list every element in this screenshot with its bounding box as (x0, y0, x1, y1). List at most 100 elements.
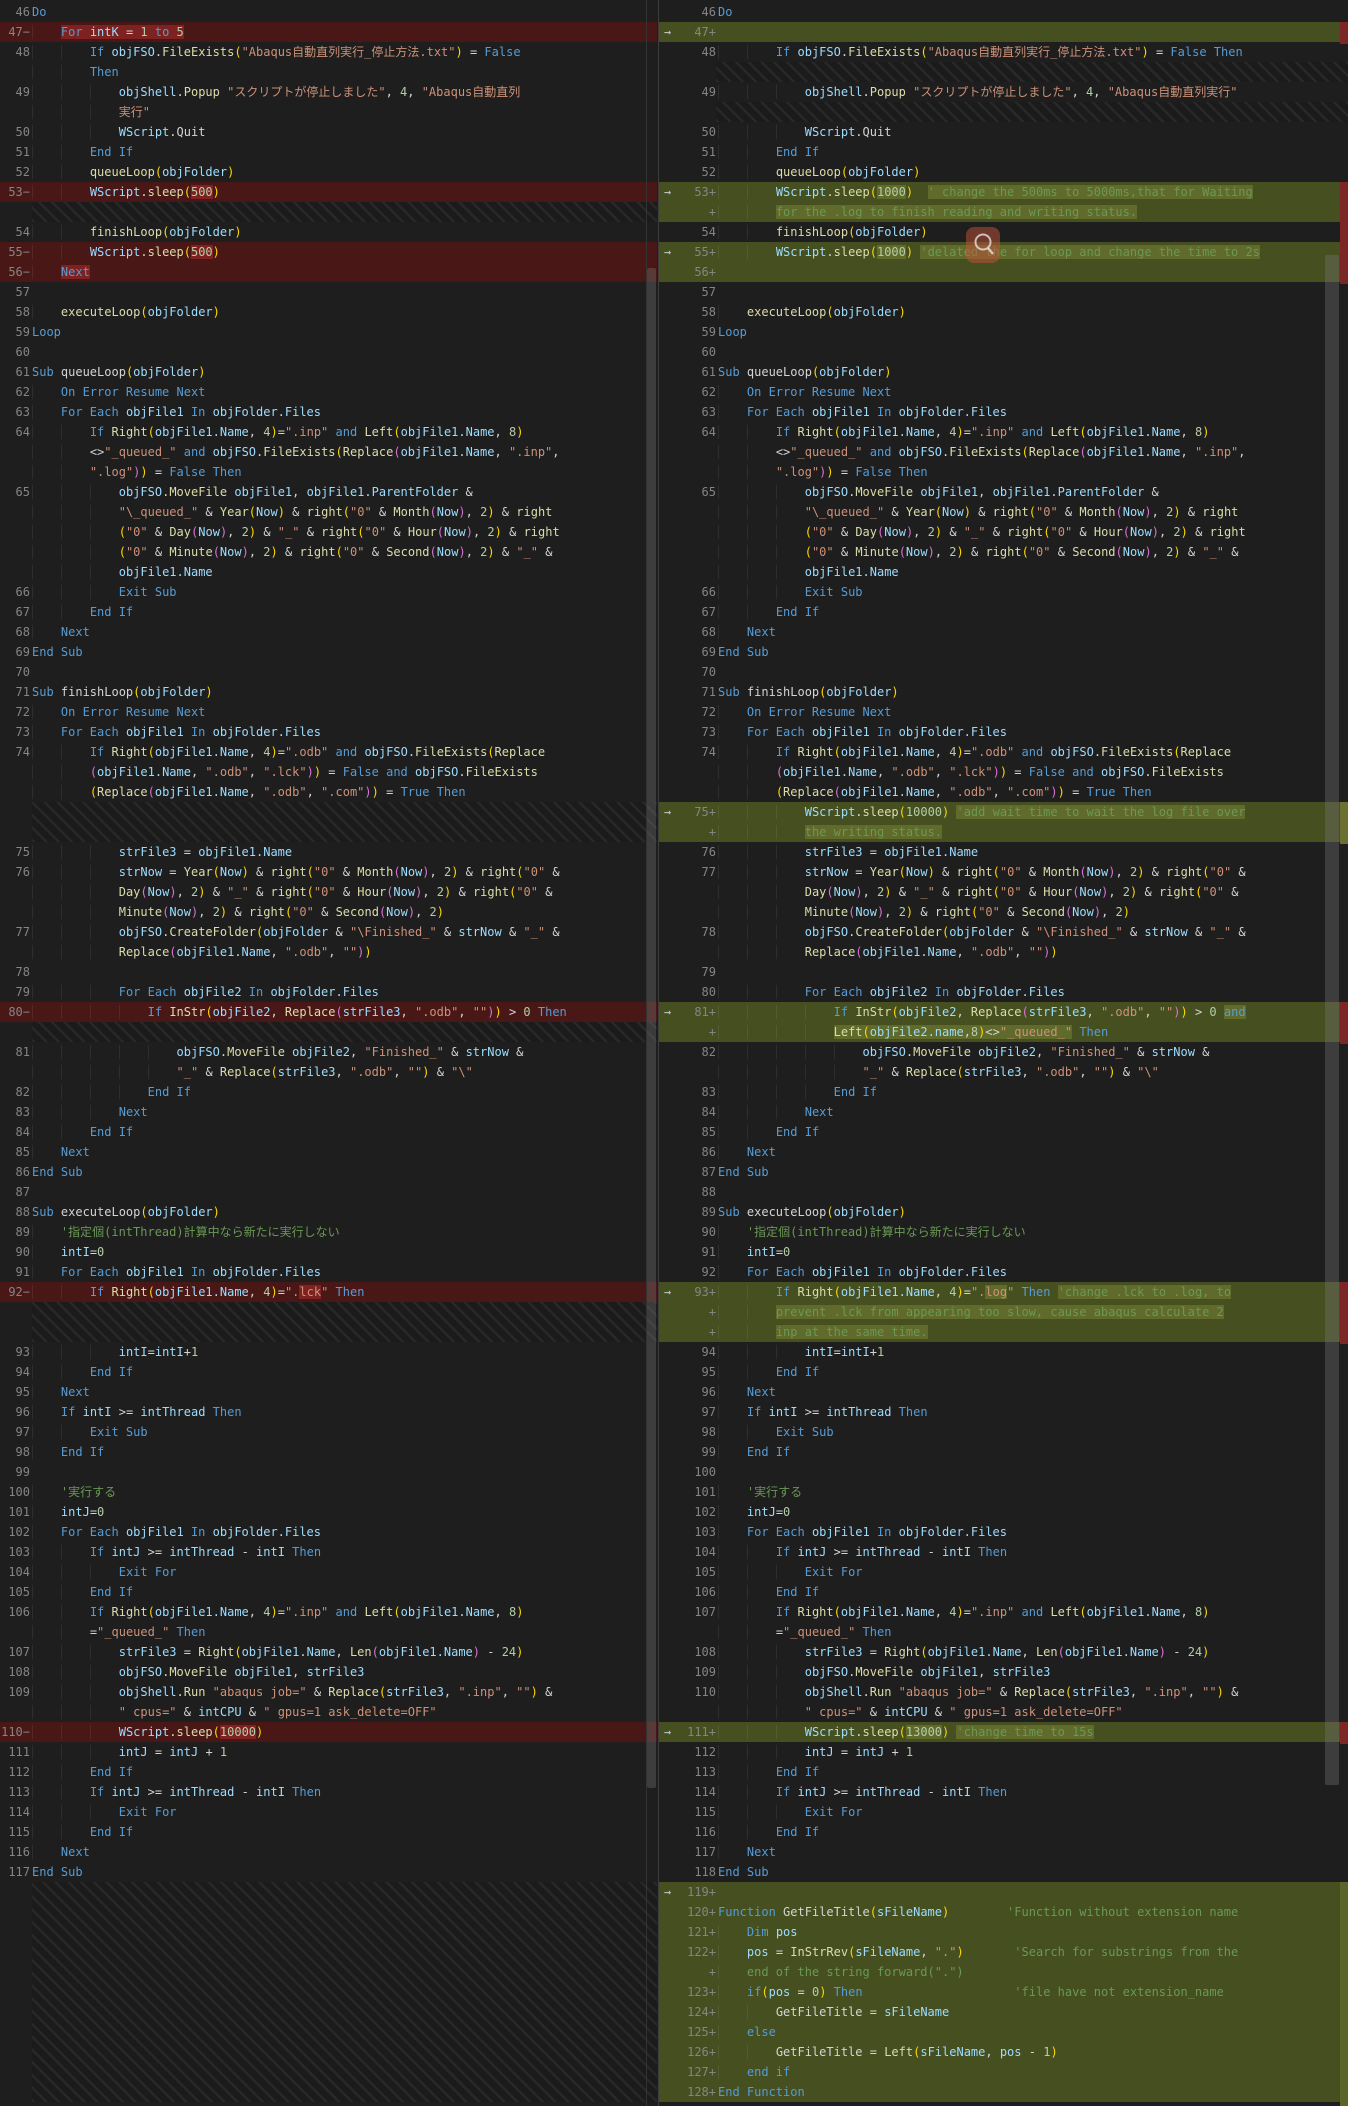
code-line[interactable]: 62 On Error Resume Next (0, 382, 657, 402)
code-text[interactable]: For Each objFile1 In objFolder.Files (32, 1522, 657, 1542)
code-line[interactable]: 91 intI=0 (659, 1242, 1348, 1262)
code-line[interactable]: 71 Sub finishLoop(objFolder) (659, 682, 1348, 702)
added-line[interactable]: + prevent .lck from appearing too slow, … (659, 1302, 1348, 1322)
code-text[interactable]: queueLoop(objFolder) (718, 162, 1348, 182)
added-line[interactable]: 127+ end if (659, 2062, 1348, 2082)
code-line[interactable]: 67 End If (0, 602, 657, 622)
code-text[interactable]: objFSO.CreateFolder(objFolder & "\Finish… (32, 922, 657, 942)
code-line[interactable]: 51 End If (0, 142, 657, 162)
code-line[interactable]: 90 intI=0 (0, 1242, 657, 1262)
code-line[interactable]: 86 Next (659, 1142, 1348, 1162)
code-line[interactable]: 84 Next (659, 1102, 1348, 1122)
code-line[interactable]: 94 End If (0, 1362, 657, 1382)
code-line[interactable]: 105 Exit For (659, 1562, 1348, 1582)
code-text[interactable]: objFSO.MoveFile objFile1, strFile3 (718, 1662, 1348, 1682)
code-text[interactable]: intI=intI+1 (718, 1342, 1348, 1362)
code-text[interactable]: Sub executeLoop(objFolder) (32, 1202, 657, 1222)
code-text[interactable]: "\_queued_" & Year(Now) & right("0" & Mo… (32, 502, 657, 522)
added-line[interactable]: → 55+ WScript.sleep(1000) 'delated the fo… (659, 242, 1348, 262)
code-text[interactable] (718, 262, 1348, 282)
code-line[interactable]: 104 Exit For (0, 1562, 657, 1582)
code-text[interactable]: objFile1.Name (32, 562, 657, 582)
code-text[interactable]: inp at the same time. (718, 1322, 1348, 1342)
code-line[interactable]: 52 queueLoop(objFolder) (0, 162, 657, 182)
code-line[interactable]: 51 End If (659, 142, 1348, 162)
code-line[interactable]: objFile1.Name (659, 562, 1348, 582)
code-line[interactable]: 50 WScript.Quit (659, 122, 1348, 142)
code-text[interactable]: If Right(objFile1.Name, 4)=".inp" and Le… (718, 422, 1348, 442)
code-text[interactable]: Replace(objFile1.Name, ".odb", "")) (32, 942, 657, 962)
code-text[interactable]: Sub executeLoop(objFolder) (718, 1202, 1348, 1222)
code-text[interactable]: " cpus=" & intCPU & " gpus=1 ask_delete=… (32, 1702, 657, 1722)
code-text[interactable]: End Sub (718, 1162, 1348, 1182)
code-text[interactable]: Next (718, 1102, 1348, 1122)
code-text[interactable]: objFSO.MoveFile objFile1, objFile1.Paren… (32, 482, 657, 502)
code-text[interactable]: For Each objFile1 In objFolder.Files (32, 722, 657, 742)
code-text[interactable]: Exit For (32, 1802, 657, 1822)
code-text[interactable]: finishLoop(objFolder) (718, 222, 1348, 242)
code-text[interactable]: ("0" & Day(Now), 2) & "_" & right("0" & … (718, 522, 1348, 542)
code-line[interactable]: 115 End If (0, 1822, 657, 1842)
code-line[interactable]: 79 (659, 962, 1348, 982)
code-line[interactable]: 58 executeLoop(objFolder) (0, 302, 657, 322)
code-text[interactable]: On Error Resume Next (718, 702, 1348, 722)
code-line[interactable]: 54 finishLoop(objFolder) (659, 222, 1348, 242)
code-text[interactable]: Loop (718, 322, 1348, 342)
code-text[interactable]: strFile3 = Right(objFile1.Name, Len(objF… (32, 1642, 657, 1662)
code-line[interactable]: 89 Sub executeLoop(objFolder) (659, 1202, 1348, 1222)
code-text[interactable]: Exit Sub (718, 582, 1348, 602)
code-text[interactable]: If Right(objFile1.Name, 4)=".inp" and Le… (718, 1602, 1348, 1622)
added-line[interactable]: 121+ Dim pos (659, 1922, 1348, 1942)
code-line[interactable]: 76 strNow = Year(Now) & right("0" & Mont… (0, 862, 657, 882)
modified-editor-pane[interactable]: 46 Do → 47+ 48 If objFSO.FileExists("Abaqus自… (658, 0, 1348, 2106)
code-text[interactable]: ".log")) = False Then (32, 462, 657, 482)
code-line[interactable]: 97 Exit Sub (0, 1422, 657, 1442)
code-line[interactable]: 88 (659, 1182, 1348, 1202)
code-line[interactable]: 89 '指定個(intThread)計算中なら新たに実行しない (0, 1222, 657, 1242)
code-line[interactable]: 108 objFSO.MoveFile objFile1, strFile3 (0, 1662, 657, 1682)
code-line[interactable]: 78 objFSO.CreateFolder(objFolder & "\Fin… (659, 922, 1348, 942)
code-text[interactable]: executeLoop(objFolder) (718, 302, 1348, 322)
code-line[interactable]: 105 End If (0, 1582, 657, 1602)
diff-change-arrow-icon[interactable]: → (659, 1282, 676, 1302)
code-line[interactable]: 68 Next (0, 622, 657, 642)
code-text[interactable]: If InStr(objFile2, Replace(strFile3, ".o… (32, 1002, 657, 1022)
code-text[interactable]: End If (718, 142, 1348, 162)
code-text[interactable]: WScript.sleep(10000) (32, 1722, 657, 1742)
code-text[interactable]: If Right(objFile1.Name, 4)=".inp" and Le… (32, 422, 657, 442)
code-text[interactable]: Next (718, 1842, 1348, 1862)
code-line[interactable]: 118 End Sub (659, 1862, 1348, 1882)
code-text[interactable]: If Right(objFile1.Name, 4)=".log" Then '… (718, 1282, 1348, 1302)
diff-change-arrow-icon[interactable]: → (659, 1722, 676, 1742)
code-line[interactable]: Then (0, 62, 657, 82)
code-line[interactable]: 48 If objFSO.FileExists("Abaqus自動直列実行_停止… (659, 42, 1348, 62)
code-line[interactable]: 106 If Right(objFile1.Name, 4)=".inp" an… (0, 1602, 657, 1622)
added-line[interactable]: + for the .log to finish reading and wri… (659, 202, 1348, 222)
code-text[interactable]: executeLoop(objFolder) (32, 302, 657, 322)
code-line[interactable]: 64 If Right(objFile1.Name, 4)=".inp" and… (0, 422, 657, 442)
code-line[interactable]: 59 Loop (0, 322, 657, 342)
code-text[interactable]: ".log")) = False Then (718, 462, 1348, 482)
code-text[interactable]: " cpus=" & intCPU & " gpus=1 ask_delete=… (718, 1702, 1348, 1722)
code-line[interactable]: (Replace(objFile1.Name, ".odb", ".com"))… (0, 782, 657, 802)
code-text[interactable]: ="_queued_" Then (32, 1622, 657, 1642)
code-line[interactable]: Day(Now), 2) & "_" & right("0" & Hour(No… (0, 882, 657, 902)
code-line[interactable]: 80 For Each objFile2 In objFolder.Files (659, 982, 1348, 1002)
code-line[interactable]: 69 End Sub (659, 642, 1348, 662)
code-text[interactable]: "\_queued_" & Year(Now) & right("0" & Mo… (718, 502, 1348, 522)
code-line[interactable]: 75 strFile3 = objFile1.Name (0, 842, 657, 862)
diff-change-arrow-icon[interactable]: → (659, 22, 676, 42)
added-line[interactable]: 122+ pos = InStrRev(sFileName, ".") 'Sea… (659, 1942, 1348, 1962)
code-text[interactable]: 実行" (32, 102, 657, 122)
code-text[interactable]: On Error Resume Next (32, 702, 657, 722)
code-text[interactable]: End If (718, 1362, 1348, 1382)
code-line[interactable]: ="_queued_" Then (0, 1622, 657, 1642)
code-line[interactable]: 112 intJ = intJ + 1 (659, 1742, 1348, 1762)
code-line[interactable]: 65 objFSO.MoveFile objFile1, objFile1.Pa… (659, 482, 1348, 502)
code-text[interactable]: intJ=0 (32, 1502, 657, 1522)
code-line[interactable]: 67 End If (659, 602, 1348, 622)
code-text[interactable]: finishLoop(objFolder) (32, 222, 657, 242)
code-text[interactable]: End If (718, 1822, 1348, 1842)
code-text[interactable]: End If (32, 1122, 657, 1142)
code-text[interactable]: objFSO.CreateFolder(objFolder & "\Finish… (718, 922, 1348, 942)
